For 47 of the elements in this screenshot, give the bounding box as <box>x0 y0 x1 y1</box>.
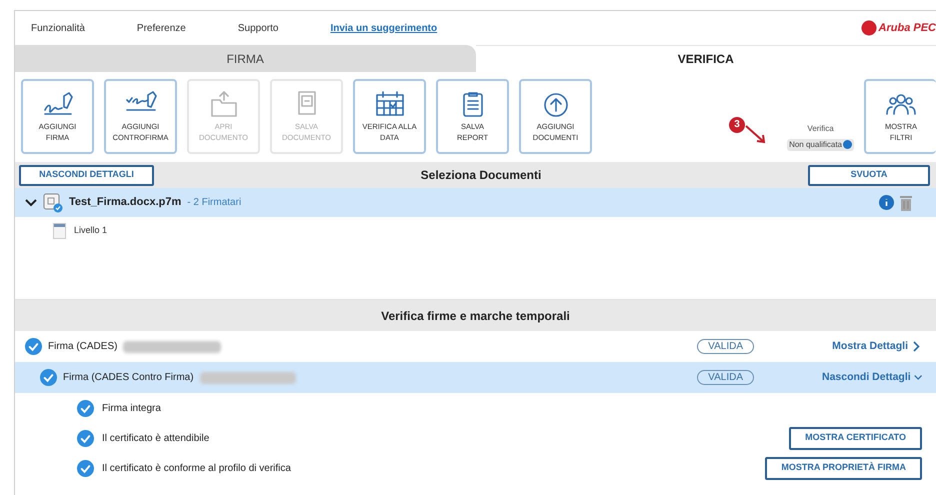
signature-row[interactable]: Firma (CADES Contro Firma) VALIDA Nascondi Dettagli <box>15 362 936 393</box>
signature-label: Firma (CADES Contro Firma) <box>63 371 194 385</box>
details-link[interactable]: Nascondi Dettagli <box>822 370 922 386</box>
trash-icon[interactable] <box>900 194 912 210</box>
tab[interactable]: FIRMA <box>15 45 476 72</box>
signature-icon <box>42 90 74 118</box>
section-title: Verifica firme e marche temporali <box>381 308 570 324</box>
check-icon <box>77 400 94 416</box>
chevron-right-icon <box>911 341 922 352</box>
check-icon <box>77 460 94 476</box>
signature-label: Firma (CADES) <box>48 340 118 354</box>
menu-item[interactable]: Funzionalità <box>31 20 85 36</box>
details-link[interactable]: Mostra Dettagli <box>822 338 922 354</box>
logo-icon <box>860 20 877 36</box>
level-icon <box>53 223 66 239</box>
suggestion-link[interactable]: Invia un suggerimento <box>330 20 438 36</box>
tab[interactable]: VERIFICA <box>476 45 936 72</box>
clear-button[interactable]: SVUOTA <box>808 164 930 186</box>
check-icon <box>77 430 94 446</box>
verify-label: Verifica <box>807 122 834 134</box>
calendar-icon <box>374 90 406 118</box>
toggle-dot-icon <box>843 140 852 149</box>
action-button[interactable]: MOSTRA CERTIFICATO <box>789 426 922 450</box>
document-name: Test_Firma.docx.p7m <box>69 195 182 210</box>
annotation-arrow <box>745 124 768 144</box>
check-label: Il certificato è conforme al profilo di verifica <box>102 462 291 476</box>
hide-details-button[interactable]: NASCONDI DETTAGLI <box>19 164 154 186</box>
menu-item[interactable]: Supporto <box>238 20 278 36</box>
annotation-badge: 3 <box>729 116 746 132</box>
check-icon <box>40 369 57 386</box>
status-badge: VALIDA <box>697 339 754 354</box>
chevron-down-icon <box>914 372 922 383</box>
menu-item[interactable]: Preferenze <box>136 20 186 36</box>
status-badge: VALIDA <box>697 370 754 385</box>
level-label[interactable]: Livello 1 <box>74 224 108 238</box>
document-row[interactable]: Test_Firma.docx.p7m - 2 Firmatari <box>15 188 936 217</box>
action-button[interactable]: MOSTRA PROPRIETÀ FIRMA <box>765 456 922 480</box>
check-icon <box>25 338 42 355</box>
signed-file-icon <box>43 192 63 212</box>
check-label: Firma integra <box>102 402 161 416</box>
section-title: Seleziona Documenti <box>420 167 542 184</box>
chevron-down-icon[interactable] <box>25 196 37 208</box>
info-icon[interactable] <box>879 195 894 210</box>
signers-count: - 2 Firmatari <box>187 196 242 210</box>
check-label: Il certificato è attendibile <box>102 432 210 446</box>
logo-text: Aruba PEC <box>878 20 936 36</box>
verify-mode-toggle[interactable]: Non qualificata <box>787 138 854 150</box>
